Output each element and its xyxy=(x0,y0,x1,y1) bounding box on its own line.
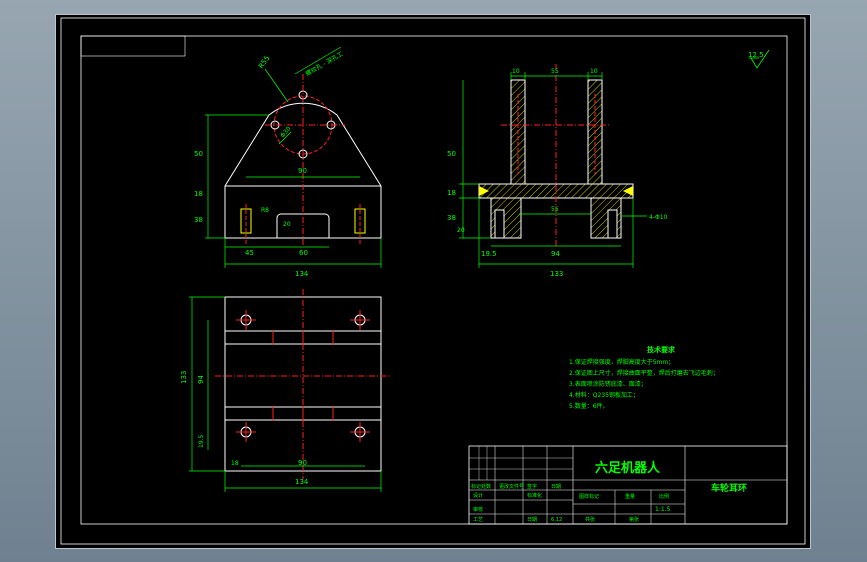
tech-line-4: 4.材料：Q235钢板加工； xyxy=(569,391,639,399)
side-dim-38: 38 xyxy=(447,214,456,222)
front-dimension-lines xyxy=(205,46,382,268)
front-dim-r8: R8 xyxy=(261,207,269,214)
side-dim-19-5: 19.5 xyxy=(481,250,497,258)
tb-label-change: 更改文件号 xyxy=(499,483,524,490)
front-view: 50 18 38 90 134 45 60 R8 20 R55 螺纹孔 - 深孔… xyxy=(194,46,382,278)
drawing-frame xyxy=(60,17,806,545)
top-hole xyxy=(350,422,370,442)
side-dim-55b: 55 xyxy=(551,206,559,213)
tb-label-drawing-mark: 图样标记 xyxy=(579,493,599,500)
tech-title: 技术要求 xyxy=(647,345,676,354)
top-dim-19-5: 19.5 xyxy=(198,434,205,448)
top-dim-134: 134 xyxy=(295,478,309,486)
technical-requirements: 技术要求 1.保证焊接强度，焊脚高度大于5mm； 2.保证图上尺寸，焊接曲面平整… xyxy=(569,345,719,410)
front-dim-r55: R55 xyxy=(257,54,271,70)
side-bore-right xyxy=(607,209,618,239)
top-view: 133 94 19.5 18 90 134 xyxy=(180,289,391,492)
top-hole xyxy=(350,310,370,330)
tech-line-2: 2.保证图上尺寸，焊接曲面平整，焊后打磨去飞边毛刺； xyxy=(569,369,719,377)
tb-label-sign: 签字 xyxy=(527,483,537,490)
side-dimension-lines xyxy=(459,72,647,268)
top-dim-90: 90 xyxy=(298,459,307,467)
inner-border xyxy=(80,35,788,525)
tb-date: 6.12 xyxy=(551,517,562,523)
side-dim-holes: 4-Φ10 xyxy=(649,214,668,221)
top-dim-94: 94 xyxy=(197,375,205,384)
tb-label-mark: 标记处数 xyxy=(471,483,491,490)
tb-label-sheet-no: 第张 xyxy=(629,516,639,523)
tb-label-date2: 日期 xyxy=(527,517,537,523)
top-hole xyxy=(236,422,256,442)
side-dim-18: 18 xyxy=(447,189,456,197)
outer-border xyxy=(60,17,806,545)
tb-scale: 1:1.5 xyxy=(655,506,671,513)
top-dimension-lines xyxy=(189,296,382,492)
tb-label-total-sheets: 共张 xyxy=(585,516,595,523)
cad-viewport[interactable]: 50 18 38 90 134 45 60 R8 20 R55 螺纹孔 - 深孔… xyxy=(55,14,811,549)
front-dim-90: 90 xyxy=(298,167,307,175)
roughness-symbol: 12.5 xyxy=(748,49,770,69)
tb-label-date: 日期 xyxy=(551,484,561,490)
top-dim-133: 133 xyxy=(180,371,188,384)
side-dim-20: 20 xyxy=(457,227,465,234)
tb-label-review: 审核 xyxy=(473,506,483,513)
tb-label-craft: 工艺 xyxy=(473,517,483,523)
side-dim-50: 50 xyxy=(447,150,456,158)
part-name: 车轮耳环 xyxy=(711,482,747,494)
side-dim-10a: 10 xyxy=(512,68,520,75)
top-dim-18: 18 xyxy=(231,460,239,467)
side-bore-left xyxy=(494,209,505,239)
front-dim-134: 134 xyxy=(295,270,309,278)
corner-box xyxy=(80,35,186,57)
tb-label-weight: 重量 xyxy=(625,493,635,500)
tech-line-1: 1.保证焊接强度，焊脚高度大于5mm； xyxy=(569,358,674,366)
front-dim-20: 20 xyxy=(283,221,291,228)
tech-line-5: 5.数量：6件。 xyxy=(569,402,609,410)
front-dim-60: 60 xyxy=(299,249,308,257)
side-view: 10 55 10 50 18 38 20 55 19.5 94 133 4-Φ1… xyxy=(447,64,668,278)
front-dim-38: 38 xyxy=(194,216,203,224)
side-dim-55: 55 xyxy=(551,68,559,75)
tb-label-standard: 标准化 xyxy=(527,492,542,499)
tb-label-scale: 比例 xyxy=(659,493,669,500)
project-title: 六足机器人 xyxy=(595,460,661,476)
side-dim-133: 133 xyxy=(550,270,563,278)
side-dim-94: 94 xyxy=(551,250,560,258)
tech-line-3: 3.表面喷涂防锈底漆、面漆； xyxy=(569,380,647,388)
drawing-canvas[interactable]: 50 18 38 90 134 45 60 R8 20 R55 螺纹孔 - 深孔… xyxy=(55,14,811,549)
front-dim-45: 45 xyxy=(245,249,254,257)
front-dim-50: 50 xyxy=(194,150,203,158)
title-block: 六足机器人 车轮耳环 标记处数 更改文件号 签字 日期 设计 标准化 图样标记 … xyxy=(468,445,788,525)
tb-label-design: 设计 xyxy=(473,492,483,499)
side-dim-10b: 10 xyxy=(590,68,598,75)
top-hole xyxy=(236,310,256,330)
roughness-value: 12.5 xyxy=(748,51,764,59)
front-dim-hole-note: 螺纹孔 - 深孔工 xyxy=(304,50,344,78)
front-dim-18: 18 xyxy=(194,190,203,198)
